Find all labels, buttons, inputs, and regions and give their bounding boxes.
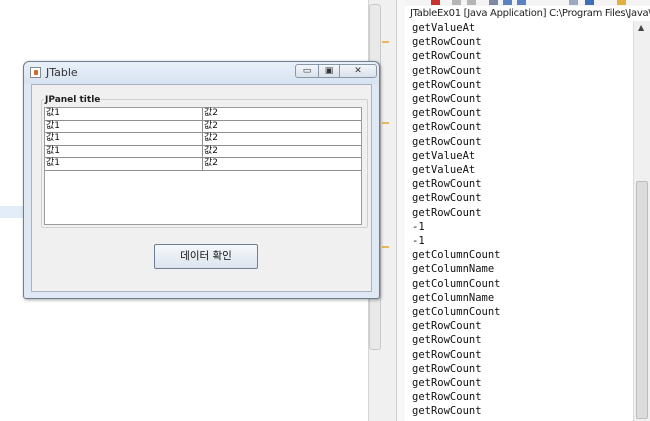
view-separator [396,0,405,421]
console-line: getColumnName [412,291,495,304]
table-cell[interactable]: 값2 [203,158,361,170]
console-line: getRowCount [412,93,482,106]
table-cell[interactable]: 값1 [45,145,203,158]
console-line: getColumnCount [412,306,501,319]
console-line: getRowCount [412,50,482,63]
console-line: getRowCount [412,178,482,191]
table-row[interactable]: 값1 값2 [45,120,361,133]
console-line: getRowCount [412,192,482,205]
table-cell[interactable]: 값2 [203,108,361,120]
console-line: getValueAt [412,149,476,162]
editor-highlight [0,206,24,218]
console-output[interactable]: getValueAt getRowCount getRowCount getRowCo… [405,21,633,421]
console-line: getRowCount [412,107,482,120]
scroll-up-icon[interactable]: ▲ [638,23,644,32]
table-row[interactable]: 값1 값2 [45,133,361,146]
table-cell[interactable]: 값1 [45,108,203,120]
window-content: JPanel title 값1 값2 값1 값2 값1 값2 값1 값2 값1 값2 데이터 확인 [31,84,372,292]
maximize-button[interactable]: ▣ [318,64,340,78]
table-cell[interactable]: 값2 [203,146,361,158]
console-line: getValueAt [412,164,476,177]
panel-title: JPanel title [44,95,102,105]
window-title: JTable [46,66,78,79]
minimize-button[interactable]: ▭ [295,64,319,78]
console-line: getRowCount [412,320,482,333]
console-line: getRowCount [412,391,482,404]
overview-marker[interactable] [382,41,389,43]
console-line: getColumnCount [412,277,501,290]
console-title: JTableEx01 [Java Application] C:\Program… [405,6,650,21]
console-scrollbar[interactable]: ▲ [633,21,650,421]
console-scroll-thumb[interactable] [636,181,648,419]
java-app-icon [30,67,41,78]
remove-all-icon[interactable] [467,0,476,5]
overview-marker[interactable] [382,246,389,248]
console-line: getValueAt [412,22,476,34]
console-line: getRowCount [412,64,482,77]
scroll-lock-icon[interactable] [503,0,512,5]
remove-launch-icon[interactable] [452,0,461,5]
console-line: getRowCount [412,78,482,91]
console-line: getRowCount [412,135,482,148]
overview-marker[interactable] [382,122,389,124]
table-cell[interactable]: 값1 [45,133,203,145]
display-console-icon[interactable] [585,0,594,5]
console-line: getRowCount [412,348,482,361]
window-titlebar[interactable]: JTable ▭ ▣ ✕ [24,62,379,84]
clear-console-icon[interactable] [489,0,498,5]
table-cell[interactable]: 값1 [45,120,203,133]
console-line: getRowCount [412,206,482,219]
table-cell[interactable]: 값2 [203,133,361,145]
table-cell[interactable]: 값2 [203,121,361,133]
table-row[interactable]: 값1 값2 [45,158,361,171]
table-row[interactable]: 값1 값2 [45,108,361,121]
table-row[interactable]: 값1 값2 [45,145,361,158]
console-line: getRowCount [412,405,482,418]
console-line: -1 [412,220,425,233]
console-line: getRowCount [412,377,482,390]
console-line: getRowCount [412,362,482,375]
data-table[interactable]: 값1 값2 값1 값2 값1 값2 값1 값2 값1 값2 [44,107,362,225]
close-button[interactable]: ✕ [339,64,377,78]
terminate-icon[interactable] [431,0,440,5]
check-data-button[interactable]: 데이터 확인 [154,244,258,269]
open-console-icon[interactable] [569,0,578,5]
console-line: getRowCount [412,36,482,49]
jtable-window[interactable]: JTable ▭ ▣ ✕ JPanel title 값1 값2 값1 값2 값1 값2 값1… [23,61,380,299]
console-line: getRowCount [412,334,482,347]
console-line: -1 [412,235,425,248]
word-wrap-icon[interactable] [517,0,526,5]
console-line: getRowCount [412,121,482,134]
console-line: getColumnCount [412,249,501,262]
console-line: getColumnName [412,263,495,276]
pin-console-icon[interactable] [617,0,626,5]
table-cell[interactable]: 값1 [45,158,203,170]
